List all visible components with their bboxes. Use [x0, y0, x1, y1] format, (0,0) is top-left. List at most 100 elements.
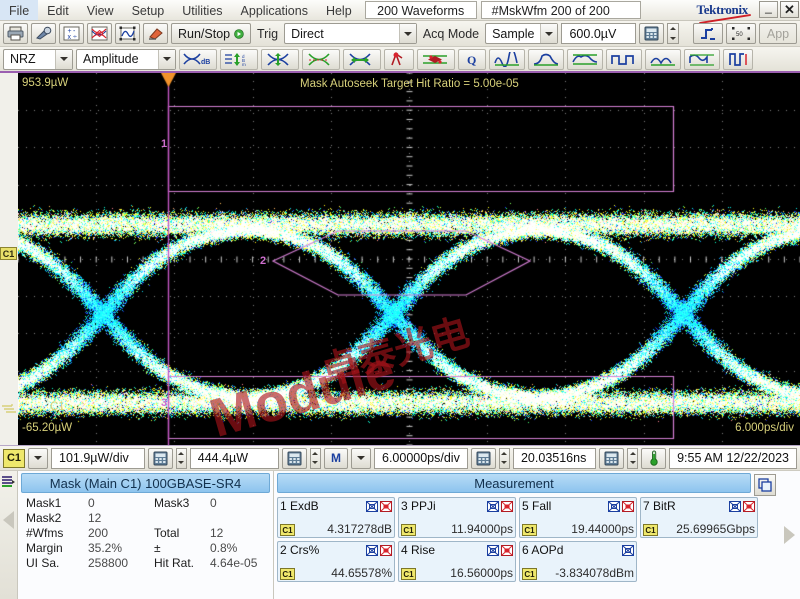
stat-icon[interactable] [622, 501, 634, 512]
measurement-source-chip[interactable]: C1 [401, 524, 416, 536]
measurement-source-chip[interactable]: C1 [522, 524, 537, 536]
jitter-icon-button[interactable] [384, 49, 414, 70]
measurement-source-chip[interactable]: C1 [401, 568, 416, 580]
vertical-offset-stepper[interactable] [310, 448, 321, 469]
eye-height-icon-button[interactable] [261, 49, 299, 70]
stat-icon[interactable] [743, 501, 755, 512]
q-factor-icon-button[interactable]: Q [458, 49, 486, 70]
measurement-card[interactable]: 1 ExdB C1 4.317278dB [277, 497, 395, 538]
mask-icon[interactable] [622, 545, 634, 556]
measurement-source-chip[interactable]: C1 [280, 524, 295, 536]
mask-icon[interactable] [608, 501, 620, 512]
undershoot-icon-button[interactable] [567, 49, 603, 70]
mask-hits-icon-button[interactable] [417, 49, 455, 70]
scroll-right-arrow[interactable] [784, 526, 795, 544]
signal-type-select[interactable]: NRZ [3, 49, 73, 70]
tools-icon-button[interactable] [31, 23, 56, 44]
channel-dropdown-button[interactable] [28, 448, 48, 469]
horizontal-position-stepper[interactable] [627, 448, 638, 469]
temperature-icon-button[interactable] [641, 448, 666, 469]
horizontal-position-input[interactable]: 20.03516ns [513, 448, 596, 469]
trigger-level-stepper[interactable] [667, 23, 679, 44]
menu-item-view[interactable]: View [78, 0, 123, 20]
vertical-scale-input[interactable]: 101.9µW/div [51, 448, 145, 469]
app-button[interactable]: App [759, 23, 797, 44]
mask-icon[interactable] [729, 501, 741, 512]
mask-panel-title[interactable]: Mask (Main C1) 100GBASE-SR4 [21, 473, 270, 493]
eye-diagram-icon-button[interactable] [87, 23, 112, 44]
acq-mode-select[interactable]: Sample [485, 23, 558, 44]
pulse-width-icon-button[interactable] [645, 49, 681, 70]
menu-item-applications[interactable]: Applications [232, 0, 317, 20]
oma-icon-button[interactable]: dBm [220, 49, 258, 70]
readout-list-icon[interactable] [1, 474, 16, 489]
rise-fall-icon-button[interactable] [489, 49, 525, 70]
measurement-panel-title[interactable]: Measurement [277, 473, 751, 493]
eraser-icon-button[interactable] [143, 23, 168, 44]
channel-select-chip[interactable]: C1 [3, 449, 25, 468]
calculator-icon-button[interactable] [639, 23, 664, 44]
mask-icon[interactable] [366, 501, 378, 512]
measurement-source-chip[interactable]: C1 [522, 568, 537, 580]
measure-category-select[interactable]: Amplitude [76, 49, 176, 70]
mask-icon[interactable] [487, 501, 499, 512]
measurement-source-chip[interactable]: C1 [643, 524, 658, 536]
overshoot-icon-button[interactable] [528, 49, 564, 70]
vertical-offset-calculator-icon[interactable] [282, 448, 307, 469]
minimize-button[interactable]: _ [759, 1, 778, 18]
chevron-down-icon[interactable] [540, 24, 557, 43]
eye-width-icon-button[interactable] [343, 49, 381, 70]
measurement-card[interactable]: 2 Crs% C1 44.65578% [277, 541, 395, 582]
vertical-offset-input[interactable]: 444.4µW [190, 448, 279, 469]
menu-item-edit[interactable]: Edit [38, 0, 78, 20]
horizontal-mode-button[interactable]: M [324, 448, 348, 469]
measurement-card[interactable]: 4 Rise C1 16.56000ps [398, 541, 516, 582]
menu-item-file[interactable]: File [0, 0, 38, 20]
trigger-level-input[interactable]: 600.0µV [561, 23, 635, 44]
measurement-card[interactable]: 5 Fall C1 19.44000ps [519, 497, 637, 538]
trigger-marker[interactable] [0, 403, 17, 416]
extinction-ratio-icon-button[interactable]: dB [179, 49, 217, 70]
horizontal-position-calculator-icon[interactable] [599, 448, 624, 469]
horizontal-scale-calculator-icon[interactable] [471, 448, 496, 469]
stat-icon[interactable] [380, 545, 392, 556]
channel-marker-c1[interactable]: C1 [0, 247, 17, 260]
measurement-card[interactable]: 6 AOPd C1 -3.834078dBm [519, 541, 637, 582]
edge-trigger-icon-button[interactable] [693, 23, 723, 44]
math-icon-button[interactable]: + - x ÷ [59, 23, 84, 44]
close-button[interactable]: ✕ [780, 1, 799, 18]
measurement-source-chip[interactable]: C1 [280, 568, 295, 580]
menu-item-setup[interactable]: Setup [123, 0, 174, 20]
crossing-pct-icon-button[interactable] [302, 49, 340, 70]
resize-50-icon-button[interactable]: 50 [726, 23, 756, 44]
mask-waveform-field[interactable]: #MskWfm 200 of 200 [481, 1, 641, 19]
chevron-down-icon[interactable] [55, 50, 72, 69]
trigger-source-select[interactable]: Direct [284, 23, 417, 44]
bit-rate-icon-button[interactable] [723, 49, 753, 70]
horizontal-scale-stepper[interactable] [499, 448, 510, 469]
mask-icon[interactable] [366, 545, 378, 556]
stat-icon[interactable] [501, 501, 513, 512]
scroll-left-arrow[interactable] [3, 511, 14, 529]
run-stop-button[interactable]: Run/Stop [171, 23, 251, 44]
measurement-card[interactable]: 3 PPJi C1 11.94000ps [398, 497, 516, 538]
vertical-scale-calculator-icon[interactable] [148, 448, 173, 469]
menu-item-utilities[interactable]: Utilities [173, 0, 231, 20]
duty-cycle-icon-button[interactable] [684, 49, 720, 70]
waveform-screen[interactable]: 953.9µW Mask Autoseek Target Hit Ratio =… [18, 73, 800, 445]
stat-icon[interactable] [501, 545, 513, 556]
waveform-icon-button[interactable] [115, 23, 140, 44]
stat-icon[interactable] [380, 501, 392, 512]
chevron-down-icon[interactable] [399, 24, 416, 43]
print-icon-button[interactable] [3, 23, 28, 44]
eye-diagram-canvas[interactable] [18, 73, 800, 445]
waveform-count-field[interactable]: 200 Waveforms [365, 1, 477, 19]
mask-icon[interactable] [487, 545, 499, 556]
menu-item-help[interactable]: Help [317, 0, 361, 20]
horizontal-scale-input[interactable]: 6.00000ps/div [374, 448, 468, 469]
measurement-card[interactable]: 7 BitR C1 25.69965Gbps [640, 497, 758, 538]
horizontal-mode-dropdown[interactable] [351, 448, 371, 469]
chevron-down-icon[interactable] [158, 50, 175, 69]
duplicate-icon-button[interactable] [754, 474, 776, 496]
vertical-scale-stepper[interactable] [176, 448, 187, 469]
